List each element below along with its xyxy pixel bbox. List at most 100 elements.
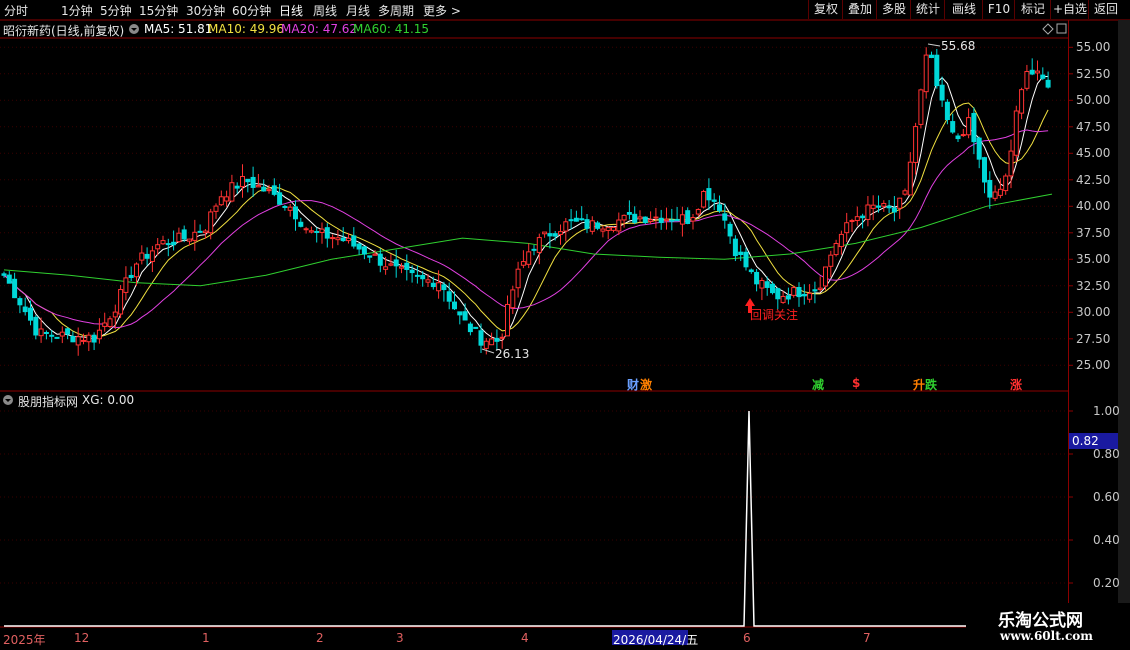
candle-body [844, 222, 850, 234]
candle-body [187, 238, 192, 242]
candle-body [849, 220, 855, 223]
candle-body [870, 204, 876, 209]
price-tick-label: 25.00 [1076, 358, 1111, 373]
candle-body [229, 182, 235, 202]
candle-body [277, 192, 283, 205]
kline-chart[interactable] [0, 0, 1130, 650]
candle-body [738, 251, 744, 256]
event-fall[interactable]: 跌 [925, 376, 937, 393]
candle-body [759, 280, 765, 289]
candle-body [393, 259, 399, 267]
candle-body [982, 157, 987, 183]
candle-body [955, 135, 961, 140]
candle-body [542, 231, 548, 235]
candle-body [823, 266, 828, 287]
candle-body [897, 197, 903, 209]
candle-body [255, 185, 261, 188]
indicator-tick-label: 0.20 [1093, 576, 1120, 590]
candle-body [308, 230, 314, 233]
candle-body [626, 212, 632, 215]
candle-body [886, 205, 892, 209]
candle-body [218, 196, 224, 206]
candle-body [489, 338, 495, 346]
time-label-dec: 12 [74, 631, 90, 645]
candle-body [971, 112, 977, 143]
candle-body [473, 326, 479, 329]
candle-body [494, 337, 500, 342]
high-marker [927, 43, 941, 47]
event-rise[interactable]: 升 [913, 376, 925, 393]
event-limit-up[interactable]: 涨 [1010, 376, 1022, 393]
candle-body [817, 287, 823, 290]
candle-body [833, 243, 839, 256]
candle-body [452, 301, 457, 310]
candle-body [573, 217, 579, 222]
candle-body [213, 205, 219, 212]
candle-body [330, 237, 336, 240]
candle-body [902, 190, 908, 195]
candle-body [171, 241, 177, 246]
candle-body [770, 283, 775, 294]
indicator-tick-label: 1.00 [1093, 404, 1120, 418]
candle-body [356, 243, 362, 250]
candle-body [929, 54, 934, 58]
candle-body [1040, 74, 1046, 79]
candle-body [939, 84, 945, 101]
time-label-apr: 4 [521, 631, 529, 645]
ma-info-bar: 昭衍新药(日线,前复权) MA5: 51.81 MA10: 49.96 MA20… [0, 20, 1060, 38]
ma5-label: MA5: 51.81 [144, 22, 213, 36]
candle-body [430, 282, 436, 288]
event-reduction[interactable]: 减 [812, 376, 824, 393]
candle-body [801, 293, 807, 297]
high-price-label: 55.68 [941, 39, 976, 53]
candle-body [49, 334, 55, 337]
price-tick-label: 32.50 [1076, 278, 1111, 293]
candle-body [245, 178, 251, 183]
event-dividend[interactable]: $ [852, 376, 860, 390]
candle-body [176, 232, 182, 243]
candle-body [950, 121, 956, 133]
candle-body [531, 248, 537, 251]
candle-body [589, 220, 595, 232]
candle-body [28, 307, 33, 321]
event-financial[interactable]: 财 [627, 376, 639, 393]
candle-body [319, 228, 325, 233]
candle-body [966, 117, 972, 136]
candle-body [70, 335, 76, 343]
candle-body [12, 278, 18, 299]
candle-body [526, 251, 532, 265]
time-label-jul: 7 [863, 631, 871, 645]
indicator-tick-label: 0.40 [1093, 533, 1120, 547]
ma20-line [3, 129, 1049, 329]
candle-body [611, 226, 616, 231]
candle-body [679, 214, 685, 225]
event-incentive[interactable]: 激 [640, 376, 652, 393]
ma5-line [3, 75, 1049, 342]
pullback-note: 回调关注 [750, 308, 799, 322]
candle-body [520, 261, 526, 266]
candle-body [563, 221, 569, 232]
candle-body [436, 282, 442, 292]
candle-body [854, 216, 860, 221]
candle-body [621, 214, 627, 221]
watermark-url: www.60lt.com [1000, 629, 1093, 643]
candle-body [17, 298, 23, 306]
candle-body [552, 233, 558, 237]
price-tick-label: 40.00 [1076, 199, 1111, 214]
candle-body [711, 199, 717, 202]
candle-body [303, 228, 309, 231]
candle-body [38, 328, 44, 337]
candle-body [91, 334, 97, 343]
candle-body [944, 101, 950, 120]
candle-body [388, 263, 394, 266]
candle-body [420, 274, 426, 280]
candle-body [717, 204, 722, 212]
candle-body [976, 137, 982, 160]
candle-body [658, 217, 664, 224]
price-tick-label: 37.50 [1076, 225, 1111, 240]
candle-body [314, 230, 320, 233]
candle-body [918, 89, 924, 125]
candle-body [727, 223, 733, 237]
candle-body [642, 216, 648, 224]
candle-body [923, 54, 929, 93]
